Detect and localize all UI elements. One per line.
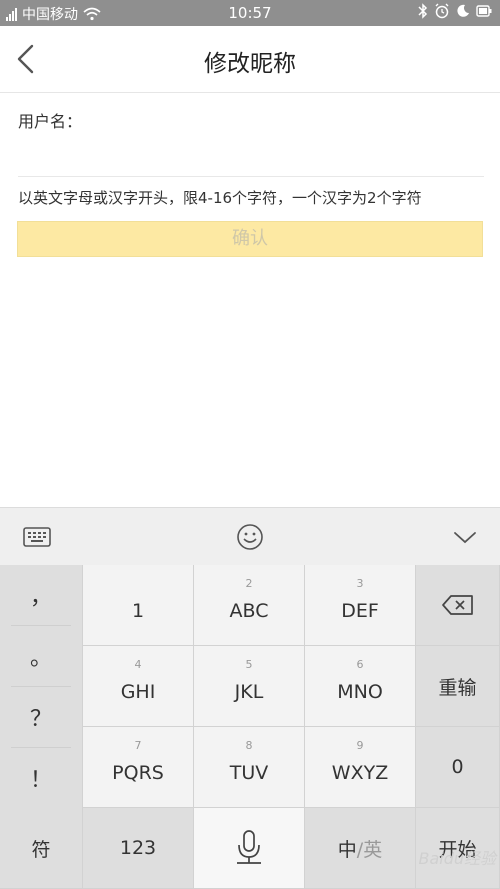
lang-primary: 中 bbox=[337, 838, 357, 861]
input-divider bbox=[18, 176, 484, 177]
punct-key-exclamation[interactable]: ！ bbox=[11, 748, 71, 808]
key-3[interactable]: 3 DEF bbox=[305, 565, 416, 646]
key-5[interactable]: 5 JKL bbox=[194, 646, 305, 727]
emoji-icon bbox=[237, 524, 263, 550]
confirm-button[interactable]: 确认 bbox=[17, 221, 483, 257]
lang-secondary: /英 bbox=[356, 838, 383, 861]
key-6[interactable]: 6 MNO bbox=[305, 646, 416, 727]
backspace-icon bbox=[441, 595, 473, 615]
nav-header: 修改昵称 bbox=[0, 26, 500, 93]
username-hint: 以英文字母或汉字开头，限4-16个字符，一个汉字为2个字符 bbox=[18, 189, 422, 207]
keyboard-icon bbox=[23, 527, 51, 547]
numeric-key[interactable]: 123 bbox=[83, 808, 194, 889]
chevron-down-icon bbox=[454, 532, 476, 544]
punct-key-question[interactable]: ？ bbox=[11, 687, 71, 748]
battery-icon bbox=[476, 5, 492, 17]
alarm-icon bbox=[435, 3, 449, 19]
key-4[interactable]: 4 GHI bbox=[83, 646, 194, 727]
punctuation-column: ， 。 ？ ！ bbox=[0, 565, 83, 808]
status-right bbox=[418, 3, 492, 19]
punct-key-period[interactable]: 。 bbox=[11, 626, 71, 687]
key-9[interactable]: 9 WXYZ bbox=[305, 727, 416, 808]
hide-keyboard-button[interactable] bbox=[448, 520, 482, 554]
username-input[interactable] bbox=[18, 138, 482, 174]
voice-key[interactable] bbox=[194, 808, 305, 889]
key-1[interactable]: 1 bbox=[83, 565, 194, 646]
key-2[interactable]: 2 ABC bbox=[194, 565, 305, 646]
key-7[interactable]: 7 PQRS bbox=[83, 727, 194, 808]
keyboard-toolbar bbox=[0, 507, 500, 566]
username-label: 用户名： bbox=[18, 112, 83, 131]
microphone-icon bbox=[237, 830, 261, 864]
language-switch-key[interactable]: 中/英 bbox=[305, 808, 416, 889]
backspace-key[interactable] bbox=[416, 565, 500, 646]
symbol-key[interactable]: 符 bbox=[0, 808, 83, 889]
key-8[interactable]: 8 TUV bbox=[194, 727, 305, 808]
keyboard-switch-button[interactable] bbox=[20, 520, 54, 554]
reenter-key[interactable]: 重输 bbox=[416, 646, 500, 727]
emoji-button[interactable] bbox=[233, 520, 267, 554]
bluetooth-icon bbox=[418, 3, 428, 19]
moon-icon bbox=[457, 4, 469, 17]
status-bar: 中国移动 10:57 bbox=[0, 0, 500, 26]
page-title: 修改昵称 bbox=[204, 51, 296, 77]
keyboard: ， 。 ？ ！ 1 2 ABC 3 DEF 4 GHI 5 JKL 6 MNO … bbox=[0, 565, 500, 889]
key-0[interactable]: 0 bbox=[416, 727, 500, 808]
watermark: Baidu经验 bbox=[418, 849, 496, 868]
punct-key-comma[interactable]: ， bbox=[11, 565, 71, 626]
